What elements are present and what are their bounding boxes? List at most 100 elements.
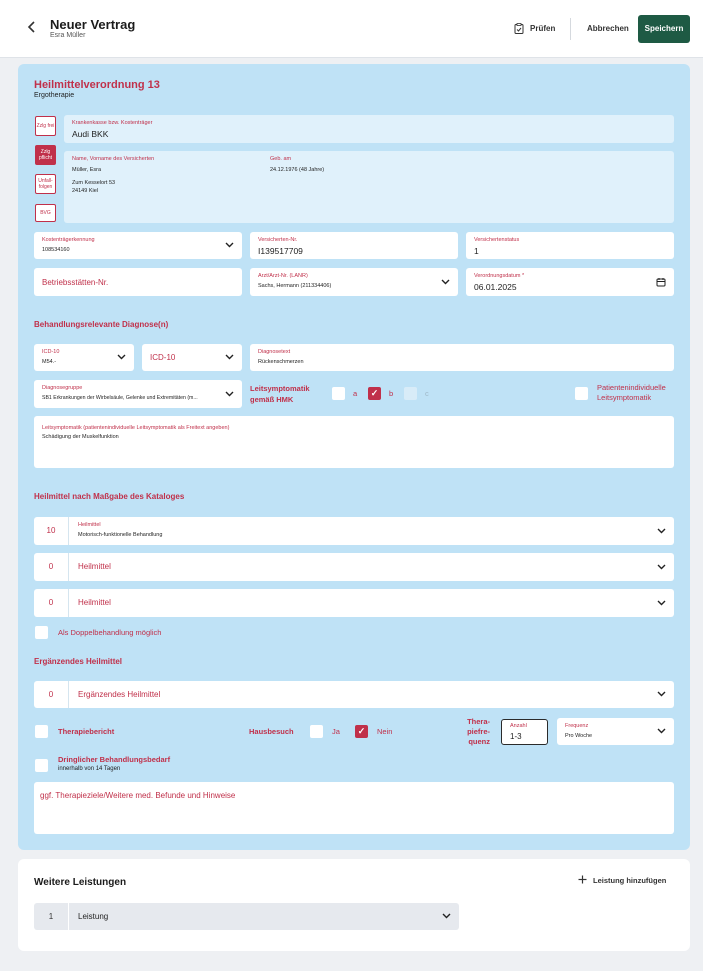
check-button-label: Prüfen [530, 24, 556, 33]
chevron-down-icon [440, 277, 450, 287]
page-title: Neuer Vertrag [50, 17, 136, 32]
diagnosis-group-label: Diagnosegruppe [42, 385, 83, 391]
icd2-select[interactable]: ICD-10 [142, 344, 242, 371]
diagnosis-text-label: Diagnosetext [258, 349, 291, 355]
patient-city: 24149 Kiel [72, 188, 98, 194]
chevron-down-icon [656, 726, 666, 736]
leit-c-label: c [425, 389, 429, 398]
anzahl-label: Anzahl [510, 723, 527, 729]
remedy-count[interactable]: 10 [34, 517, 69, 545]
chevron-down-icon [656, 526, 666, 536]
kostentraeger-label: Kostenträgerkennung [42, 237, 95, 243]
datum-value: 06.01.2025 [474, 282, 517, 292]
tag-bvg[interactable]: BVG [35, 204, 56, 222]
chevron-down-icon [656, 562, 666, 572]
insurer-field[interactable]: Krankenkasse bzw. Kostenträger Audi BKK [64, 115, 674, 143]
kostentraeger-select[interactable]: Kostenträgerkennung 108534160 [34, 232, 242, 259]
patient-name: Müller, Esra [72, 167, 102, 173]
tag-unfallfolgen[interactable]: Unfall-folgen [35, 174, 56, 194]
chevron-down-icon [441, 911, 451, 921]
goals-placeholder: ggf. Therapieziele/Weitere med. Befunde … [40, 791, 236, 800]
diagnosis-section-title: Behandlungsrelevante Diagnose(n) [34, 320, 169, 329]
leit-c-checkbox[interactable] [404, 387, 417, 400]
home-visit-yes-label: Ja [332, 727, 340, 736]
diagnosis-text-value: Rückenschmerzen [258, 359, 304, 365]
remedies-section-title: Heilmittel nach Maßgabe des Kataloges [34, 492, 185, 501]
anzahl-field[interactable]: Anzahl 1-3 [501, 719, 548, 745]
back-arrow-icon[interactable] [24, 20, 40, 38]
remedy-count[interactable]: 0 [34, 553, 69, 581]
leit-text-value: Schädigung der Muskelfunktion [42, 434, 119, 440]
plus-icon [578, 875, 587, 886]
divider [570, 18, 571, 40]
status-field[interactable]: Versichertenstatus 1 [466, 232, 674, 259]
frequenz-value: Pro Woche [565, 733, 593, 739]
icd2-placeholder: ICD-10 [150, 353, 176, 362]
remedy-count[interactable]: 0 [34, 589, 69, 617]
home-visit-no-checkbox[interactable]: ✓ [355, 725, 368, 738]
versicherten-value: I139517709 [258, 246, 303, 256]
chevron-down-icon [656, 598, 666, 608]
betrieb-field[interactable]: Betriebsstätten-Nr. [34, 268, 242, 296]
diagnosis-text-field[interactable]: Diagnosetext Rückenschmerzen [250, 344, 674, 371]
add-service-label: Leistung hinzufügen [593, 876, 667, 885]
diagnosis-group-value: SB1 Erkrankungen der Wirbelsäule, Gelenk… [42, 395, 198, 401]
supplementary-select[interactable]: 0 Ergänzendes Heilmittel [34, 681, 674, 708]
urgent-checkbox[interactable] [35, 759, 48, 772]
calendar-icon[interactable] [656, 277, 666, 287]
prescription-heading: Heilmittelverordnung 13 [34, 79, 160, 91]
tag-zuzahlung-frei[interactable]: Zzlg frei [35, 116, 56, 136]
leitsymptomatik-label: Leitsymptomatik gemäß HMK [250, 384, 310, 404]
cancel-button[interactable]: Abbrechen [587, 24, 629, 33]
remedy-row-2[interactable]: 0 Heilmittel [34, 553, 674, 581]
supplementary-count[interactable]: 0 [34, 681, 69, 708]
leit-text-area[interactable]: Leitsymptomatik (patientenindividuelle L… [34, 416, 674, 468]
individual-leit-checkbox[interactable] [575, 387, 588, 400]
birth-value: 24.12.1976 (48 Jahre) [270, 167, 325, 173]
more-services-title: Weitere Leistungen [34, 877, 127, 888]
chevron-down-icon [224, 352, 234, 362]
leit-a-label: a [353, 389, 358, 398]
home-visit-no-label: Nein [377, 727, 393, 736]
frequenz-select[interactable]: Frequenz Pro Woche [557, 718, 674, 745]
patient-info-box: Name, Vorname des Versicherten Müller, E… [64, 151, 674, 223]
home-visit-label: Hausbesuch [249, 727, 294, 736]
double-treatment-checkbox[interactable] [35, 626, 48, 639]
remedy-row-1[interactable]: 10 Heilmittel Motorisch-funktionelle Beh… [34, 517, 674, 545]
tag-zuzahlung-pflicht[interactable]: Zzlg pflicht [35, 145, 56, 165]
datum-label: Verordnungsdatum * [474, 273, 525, 279]
patient-street: Zum Kesselort 53 [72, 180, 116, 186]
icd1-label: ICD-10 [42, 349, 60, 355]
save-button[interactable]: Speichern [638, 15, 690, 43]
double-treatment-label: Als Doppelbehandlung möglich [58, 628, 162, 637]
arzt-label: Arzt/Arzt-Nr. (LANR) [258, 273, 308, 279]
insurer-value: Audi BKK [72, 129, 109, 139]
arzt-select[interactable]: Arzt/Arzt-Nr. (LANR) Sachs, Hermann (211… [250, 268, 458, 296]
anzahl-value: 1-3 [510, 732, 522, 741]
kostentraeger-value: 108534160 [42, 247, 70, 253]
remedy-label: Heilmittel [78, 522, 101, 528]
frequency-label: Thera-piefre-quenz [467, 717, 490, 746]
remedy-row-3[interactable]: 0 Heilmittel [34, 589, 674, 617]
individual-leit-label: Patientenindividuelle Leitsymptomatik [597, 383, 666, 402]
patient-name-label: Name, Vorname des Versicherten [72, 156, 155, 162]
urgent-sublabel: innerhalb von 14 Tagen [58, 766, 121, 772]
leit-b-label: b [389, 389, 394, 398]
icd1-select[interactable]: ICD-10 M54.- [34, 344, 134, 371]
versicherten-label: Versicherten-Nr. [258, 237, 298, 243]
leit-b-checkbox[interactable]: ✓ [368, 387, 381, 400]
datum-field[interactable]: Verordnungsdatum * 06.01.2025 [466, 268, 674, 296]
urgent-label: Dringlicher Behandlungsbedarf [58, 755, 171, 764]
service-count[interactable]: 1 [34, 903, 69, 930]
service-row[interactable]: 1 Leistung [34, 903, 459, 930]
therapy-report-label: Therapiebericht [58, 727, 115, 736]
leit-a-checkbox[interactable] [332, 387, 345, 400]
goals-text-area[interactable]: ggf. Therapieziele/Weitere med. Befunde … [34, 782, 674, 834]
versicherten-field[interactable]: Versicherten-Nr. I139517709 [250, 232, 458, 259]
home-visit-yes-checkbox[interactable] [310, 725, 323, 738]
birth-label: Geb. am [270, 156, 292, 162]
chevron-down-icon [224, 389, 234, 399]
therapy-report-checkbox[interactable] [35, 725, 48, 738]
frequenz-label: Frequenz [565, 723, 589, 729]
diagnosis-group-select[interactable]: Diagnosegruppe SB1 Erkrankungen der Wirb… [34, 380, 242, 408]
